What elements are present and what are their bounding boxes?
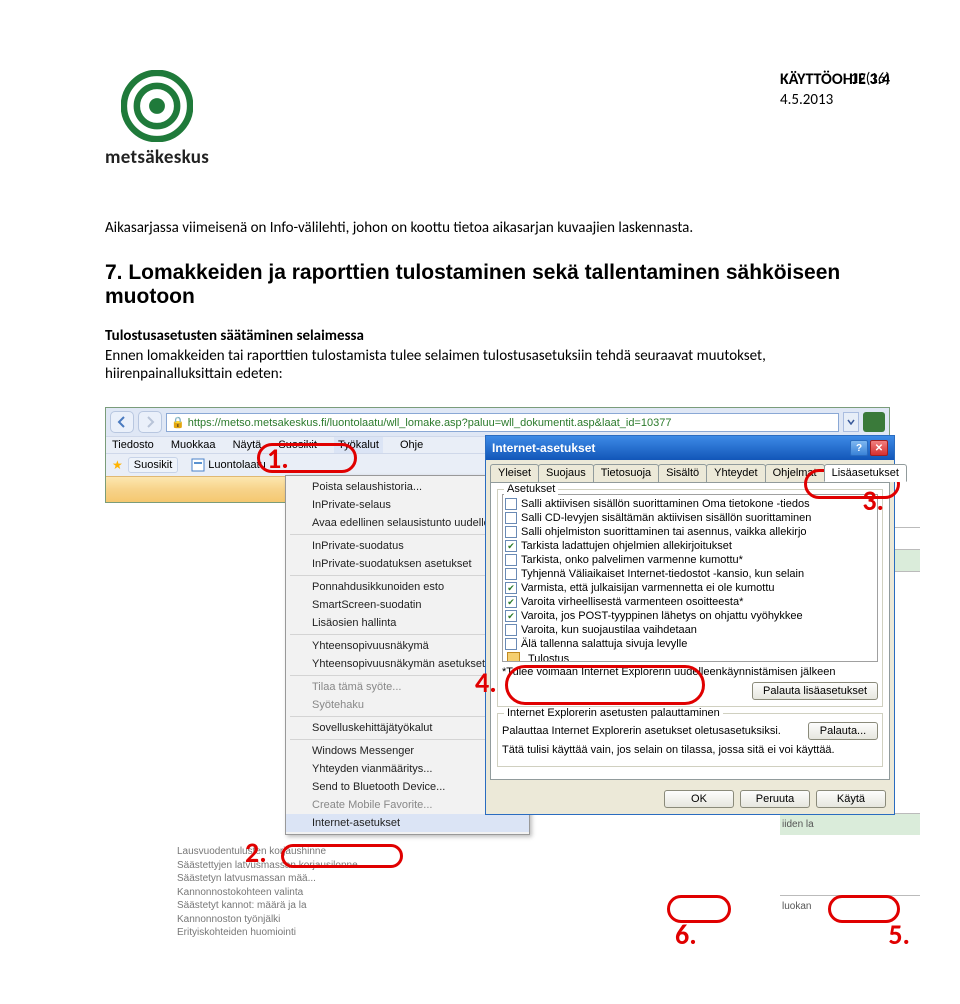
setting-row[interactable]: Varmista, että julkaisijan varmennetta e… bbox=[505, 581, 875, 595]
brand-logo: metsäkeskus bbox=[105, 70, 209, 169]
favorite-item[interactable]: Luontolaatu bbox=[191, 458, 266, 472]
dialog-title: Internet-asetukset bbox=[492, 441, 595, 455]
tab-privacy[interactable]: Tietosuoja bbox=[593, 464, 659, 482]
setting-row[interactable]: Varoita, kun suojaustilaa vaihdetaan bbox=[505, 623, 875, 637]
reset-hint: Tätä tulisi käyttää vain, jos selain on … bbox=[502, 744, 878, 756]
chevron-down-icon bbox=[847, 419, 855, 425]
refresh-button[interactable] bbox=[863, 412, 885, 432]
apply-button[interactable]: Käytä bbox=[816, 790, 886, 808]
tab-security[interactable]: Suojaus bbox=[538, 464, 594, 482]
checkbox-icon[interactable] bbox=[505, 596, 517, 608]
section-heading: 7. Lomakkeiden ja raporttien tulostamine… bbox=[105, 261, 890, 309]
tab-content[interactable]: Sisältö bbox=[658, 464, 707, 482]
checkbox-icon[interactable] bbox=[505, 512, 517, 524]
group-label: Asetukset bbox=[504, 483, 558, 495]
back-arrow-icon bbox=[115, 415, 129, 429]
menu-edit[interactable]: Muokkaa bbox=[171, 439, 216, 451]
annotation-2: 2. bbox=[245, 835, 267, 870]
group-label: Internet Explorerin asetusten palauttami… bbox=[504, 707, 723, 719]
annotation-1: 1. bbox=[267, 441, 289, 476]
menu-item-internet-options[interactable]: Internet-asetukset bbox=[286, 814, 529, 832]
annotation-4: 4. bbox=[475, 665, 497, 700]
tab-advanced[interactable]: Lisäasetukset bbox=[824, 464, 907, 482]
checkbox-icon[interactable] bbox=[505, 624, 517, 636]
checkbox-icon[interactable] bbox=[505, 498, 517, 510]
dialog-titlebar: Internet-asetukset ? ✕ bbox=[486, 436, 894, 460]
dialog-footer: OK Peruuta Käytä bbox=[486, 784, 894, 814]
annotation-6: 6. bbox=[675, 917, 697, 952]
address-bar-row: 🔒 https://metso.metsakeskus.fi/luontolaa… bbox=[106, 408, 889, 436]
restore-advanced-button[interactable]: Palauta lisäasetukset bbox=[752, 682, 878, 700]
tab-programs[interactable]: Ohjelmat bbox=[765, 464, 825, 482]
intro-paragraph: Aikasarjassa viimeisenä on Info-välileht… bbox=[105, 219, 890, 237]
setting-row[interactable]: Salli CD-levyjen sisältämän aktiivisen s… bbox=[505, 511, 875, 525]
tab-general[interactable]: Yleiset bbox=[490, 464, 539, 482]
footnote: *Tulee voimaan Internet Explorerin uudel… bbox=[502, 666, 878, 678]
page-number: 12(16) bbox=[850, 70, 890, 88]
setting-row[interactable]: Tarkista, onko palvelimen varmenne kumot… bbox=[505, 553, 875, 567]
star-icon: ★ bbox=[112, 458, 123, 472]
checkbox-icon[interactable] bbox=[505, 554, 517, 566]
subsection-text: Ennen lomakkeiden tai raporttien tulosta… bbox=[105, 347, 890, 383]
dialog-tabs: Yleiset Suojaus Tietosuoja Sisältö Yhtey… bbox=[486, 460, 894, 482]
annotation-5: 5. bbox=[888, 917, 910, 952]
reset-button[interactable]: Palauta... bbox=[808, 722, 878, 740]
menu-help[interactable]: Ohje bbox=[400, 439, 423, 451]
menu-tools[interactable]: Työkalut bbox=[334, 437, 383, 453]
setting-row[interactable]: Salli ohjelmiston suorittaminen tai asen… bbox=[505, 525, 875, 539]
forward-button[interactable] bbox=[138, 411, 162, 433]
checkbox-icon[interactable] bbox=[505, 610, 517, 622]
tab-connections[interactable]: Yhteydet bbox=[706, 464, 765, 482]
setting-row[interactable]: Älä tallenna salattuja sivuja levylle bbox=[505, 637, 875, 651]
favorites-button[interactable]: Suosikit bbox=[128, 457, 179, 473]
page-icon bbox=[191, 458, 205, 472]
back-button[interactable] bbox=[110, 411, 134, 433]
settings-tree[interactable]: Salli aktiivisen sisällön suorittaminen … bbox=[502, 494, 878, 662]
setting-row[interactable]: Varoita, jos POST-tyyppinen lähetys on o… bbox=[505, 609, 875, 623]
address-field[interactable]: 🔒 https://metso.metsakeskus.fi/luontolaa… bbox=[166, 413, 839, 432]
checkbox-icon[interactable] bbox=[505, 526, 517, 538]
reset-group: Internet Explorerin asetusten palauttami… bbox=[497, 713, 883, 767]
url-dropdown-button[interactable] bbox=[843, 412, 859, 432]
ok-button[interactable]: OK bbox=[664, 790, 734, 808]
annotation-3: 3. bbox=[862, 483, 884, 518]
background-list: Lausvuodentulusten korjaushinne Säästett… bbox=[177, 845, 377, 940]
setting-row[interactable]: Varoita virheellisestä varmenteen osoitt… bbox=[505, 595, 875, 609]
brand-name: metsäkeskus bbox=[105, 146, 209, 169]
menu-file[interactable]: Tiedosto bbox=[112, 439, 154, 451]
close-button[interactable]: ✕ bbox=[870, 440, 888, 456]
subsection-title: Tulostusasetusten säätäminen selaimessa bbox=[105, 327, 890, 345]
setting-row[interactable]: Salli aktiivisen sisällön suorittaminen … bbox=[505, 497, 875, 511]
screenshot: natta nonnost nonnost iiden la luokan 🔒 … bbox=[105, 407, 890, 503]
menu-view[interactable]: Näytä bbox=[233, 439, 262, 451]
doc-date: 4.5.2013 bbox=[780, 91, 890, 109]
checkbox-icon[interactable] bbox=[505, 638, 517, 650]
lock-icon: 🔒 bbox=[171, 417, 185, 429]
printer-icon bbox=[507, 652, 520, 662]
forward-arrow-icon bbox=[143, 415, 157, 429]
setting-row[interactable]: Tarkista ladattujen ohjelmien allekirjoi… bbox=[505, 539, 875, 553]
settings-group: Asetukset Salli aktiivisen sisällön suor… bbox=[497, 489, 883, 707]
checkbox-icon[interactable] bbox=[505, 582, 517, 594]
url-text: https://metso.metsakeskus.fi/luontolaatu… bbox=[188, 417, 672, 429]
setting-row[interactable]: Tyhjennä Väliaikaiset Internet-tiedostot… bbox=[505, 567, 875, 581]
help-button[interactable]: ? bbox=[850, 440, 868, 456]
logo-icon bbox=[121, 70, 193, 142]
reset-description: Palauttaa Internet Explorerin asetukset … bbox=[502, 725, 781, 737]
checkbox-icon[interactable] bbox=[505, 540, 517, 552]
cancel-button[interactable]: Peruuta bbox=[740, 790, 810, 808]
checkbox-icon[interactable] bbox=[505, 568, 517, 580]
category-row: Tulostus bbox=[505, 651, 875, 662]
internet-options-dialog: Internet-asetukset ? ✕ Yleiset Suojaus T… bbox=[485, 435, 895, 815]
